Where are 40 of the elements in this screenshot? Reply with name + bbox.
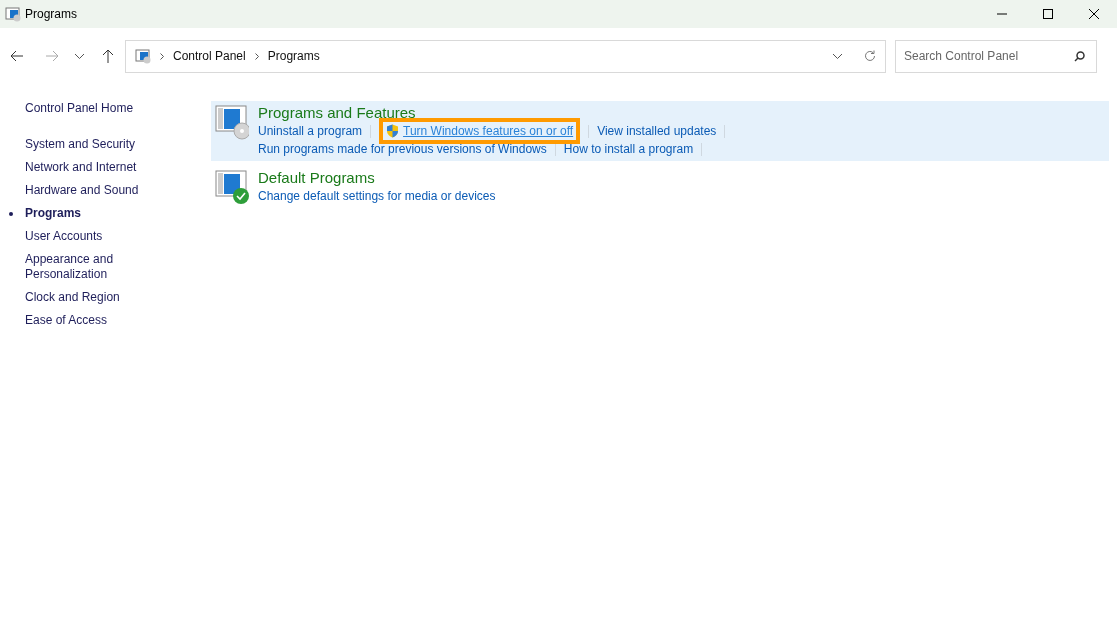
task-link[interactable]: Turn Windows features on or off: [403, 122, 574, 140]
sidebar-link[interactable]: System and Security: [25, 137, 140, 152]
back-arrow-icon: [10, 50, 24, 62]
sidebar-link[interactable]: Ease of Access: [25, 313, 140, 328]
up-button[interactable]: [100, 47, 116, 65]
program-check-icon: [215, 169, 249, 205]
control-panel-icon: [5, 6, 21, 22]
chevron-down-icon[interactable]: [833, 53, 842, 59]
sidebar-link[interactable]: Appearance and Personalization: [25, 252, 140, 282]
refresh-icon[interactable]: [864, 50, 876, 62]
breadcrumb-item[interactable]: Programs: [267, 47, 320, 65]
close-icon: [1089, 9, 1099, 19]
search-field[interactable]: Search Control Panel: [895, 39, 1097, 73]
forward-arrow-icon: [45, 50, 59, 62]
sidebar-link[interactable]: Network and Internet: [25, 160, 140, 175]
sidebar-link[interactable]: Programs: [25, 206, 140, 221]
category-title[interactable]: Programs and Features: [258, 104, 416, 122]
task-link[interactable]: How to install a program: [563, 140, 694, 158]
task-link[interactable]: Change default settings for media or devices: [258, 187, 496, 205]
task-link[interactable]: Uninstall a program: [258, 122, 363, 140]
sidebar-link[interactable]: Hardware and Sound: [25, 183, 140, 198]
task-link[interactable]: Run programs made for previous versions of Windows: [258, 140, 547, 158]
sidebar-link[interactable]: User Accounts: [25, 229, 140, 244]
category-title[interactable]: Default Programs: [258, 169, 375, 187]
chevron-right-icon: [254, 52, 259, 60]
sidebar-link[interactable]: Control Panel Home: [25, 99, 134, 117]
chevron-right-icon: [160, 52, 164, 60]
task-link[interactable]: View installed updates: [597, 122, 717, 140]
search-icon: [1074, 50, 1085, 62]
control-panel-icon: [135, 48, 151, 64]
breadcrumb-item[interactable]: Control Panel: [173, 47, 246, 65]
up-arrow-icon: [102, 49, 114, 63]
program-disc-icon: [215, 104, 249, 140]
category-panel[interactable]: Default Programs Change default settings for media or devices: [211, 166, 1109, 208]
address-bar[interactable]: Control Panel Programs: [125, 39, 886, 73]
sidebar-link[interactable]: Clock and Region: [25, 290, 140, 305]
window-title: Programs: [25, 6, 77, 23]
category-panel[interactable]: Programs and Features Uninstall a program Turn Windows features on or off View installed updates Run programs made for previous versions of Windows How to install a program: [211, 101, 1109, 161]
chevron-down-icon: [74, 53, 84, 59]
maximize-icon: [1043, 9, 1053, 19]
